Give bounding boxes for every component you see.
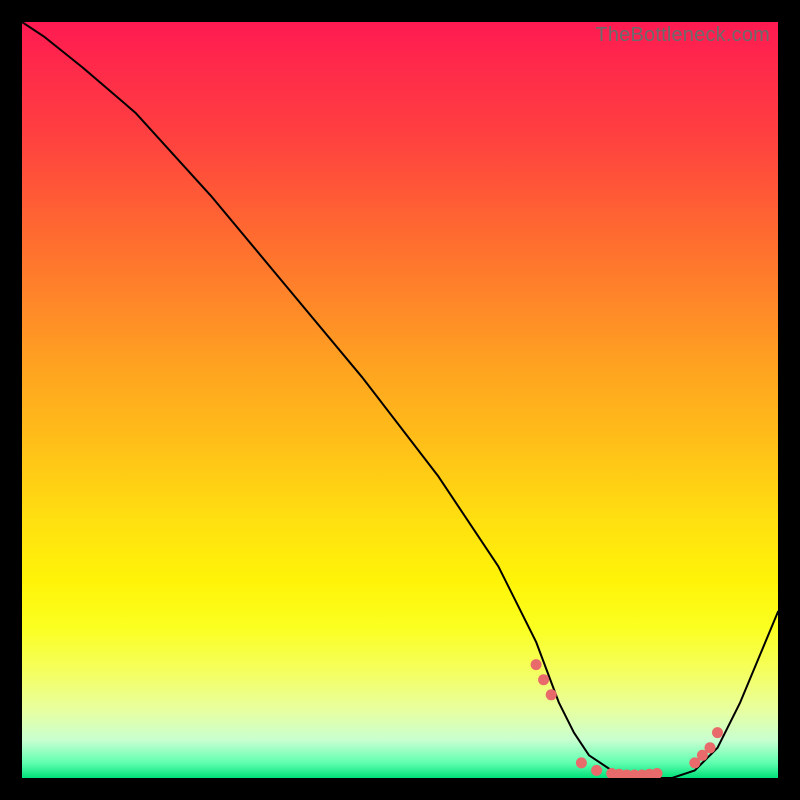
highlight-dot xyxy=(546,689,557,700)
highlight-dot xyxy=(652,768,663,778)
highlight-dot xyxy=(705,742,716,753)
highlight-dot xyxy=(538,674,549,685)
highlight-dot xyxy=(531,659,542,670)
chart-frame: TheBottleneck.com xyxy=(0,0,800,800)
highlight-dot xyxy=(712,727,723,738)
plot-area: TheBottleneck.com xyxy=(22,22,778,778)
highlight-dot xyxy=(576,757,587,768)
curve-layer xyxy=(22,22,778,778)
highlight-dot xyxy=(591,765,602,776)
highlight-dots xyxy=(531,659,723,778)
bottleneck-curve xyxy=(22,22,778,778)
